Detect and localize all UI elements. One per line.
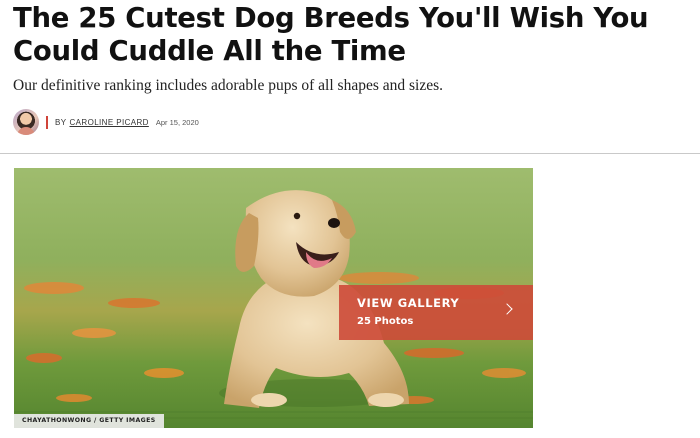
header-divider bbox=[0, 153, 700, 154]
byline: BY CAROLINE PICARD Apr 15, 2020 bbox=[13, 108, 199, 136]
article-headline: The 25 Cutest Dog Breeds You'll Wish You… bbox=[13, 2, 649, 67]
publish-date: Apr 15, 2020 bbox=[155, 117, 199, 127]
photo-credit: CHAYATHONWONG / GETTY IMAGES bbox=[14, 414, 164, 428]
article-dek: Our definitive ranking includes adorable… bbox=[13, 77, 444, 94]
photo-count: 25 Photos bbox=[357, 316, 414, 327]
view-gallery-label: VIEW GALLERY bbox=[357, 296, 460, 310]
byline-prefix: BY bbox=[55, 117, 67, 127]
author-avatar[interactable] bbox=[13, 109, 39, 135]
chevron-right-icon bbox=[501, 303, 513, 315]
byline-divider bbox=[46, 115, 48, 129]
view-gallery-button[interactable]: VIEW GALLERY 25 Photos bbox=[339, 285, 533, 340]
author-link[interactable]: CAROLINE PICARD bbox=[69, 118, 148, 127]
